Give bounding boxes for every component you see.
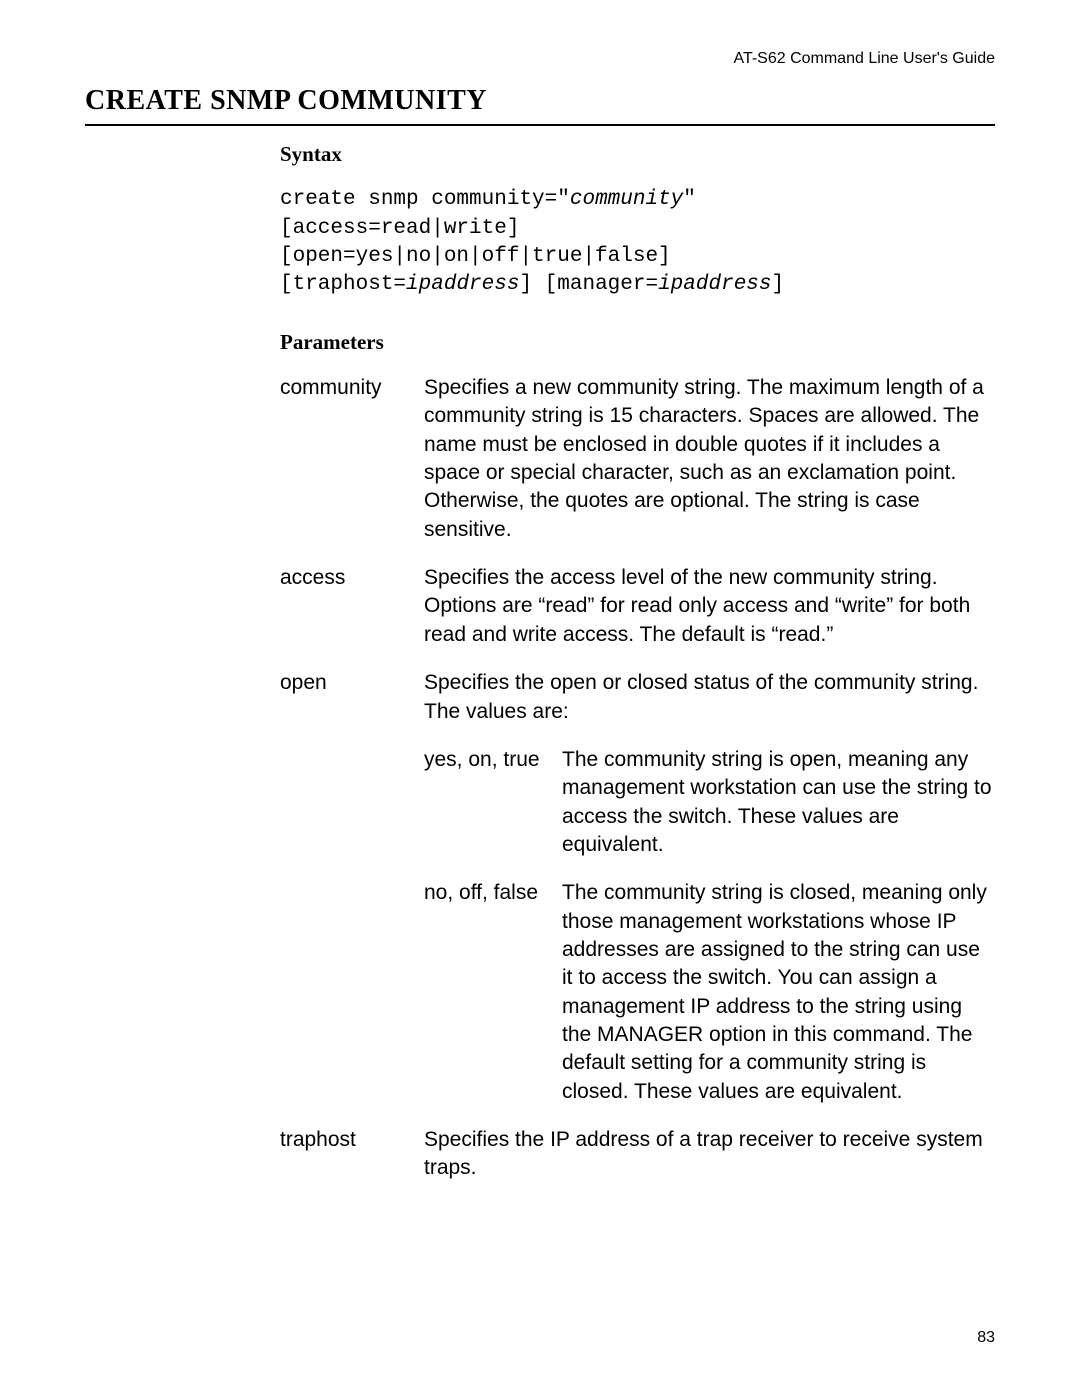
running-header: AT-S62 Command Line User's Guide (733, 48, 995, 70)
parameters-heading: Parameters (280, 328, 995, 356)
open-value-yes-desc: The community string is open, meaning an… (562, 746, 995, 859)
syntax-line-1c: " (683, 188, 696, 211)
syntax-heading: Syntax (280, 140, 995, 168)
param-desc-traphost: Specifies the IP address of a trap recei… (424, 1126, 995, 1183)
open-value-no-label: no, off, false (424, 879, 562, 1106)
syntax-line-4e: ] (772, 273, 785, 296)
param-name-traphost: traphost (280, 1126, 424, 1183)
open-value-yes-row: yes, on, true The community string is op… (424, 746, 995, 859)
param-desc-open-text: Specifies the open or closed status of t… (424, 669, 995, 726)
page-title: CREATE SNMP COMMUNITY (85, 82, 995, 126)
param-row-open: open Specifies the open or closed status… (280, 669, 995, 1106)
open-value-yes-label: yes, on, true (424, 746, 562, 859)
param-row-access: access Specifies the access level of the… (280, 564, 995, 649)
param-row-community: community Specifies a new community stri… (280, 374, 995, 544)
param-desc-access: Specifies the access level of the new co… (424, 564, 995, 649)
param-name-open: open (280, 669, 424, 1106)
syntax-line-1b: community (570, 188, 683, 211)
syntax-line-4b: ipaddress (406, 273, 519, 296)
body-column: Syntax create snmp community="community"… (280, 140, 995, 1203)
param-row-traphost: traphost Specifies the IP address of a t… (280, 1126, 995, 1183)
syntax-line-1a: create snmp community=" (280, 188, 570, 211)
page-number: 83 (977, 1327, 995, 1349)
page: AT-S62 Command Line User's Guide CREATE … (0, 0, 1080, 1397)
syntax-line-4a: [traphost= (280, 273, 406, 296)
syntax-line-2: [access=read|write] (280, 217, 519, 240)
syntax-block: create snmp community="community" [acces… (280, 186, 995, 299)
syntax-line-4c: ] [manager= (519, 273, 658, 296)
param-desc-community: Specifies a new community string. The ma… (424, 374, 995, 544)
open-value-no-desc: The community string is closed, meaning … (562, 879, 995, 1106)
syntax-line-3: [open=yes|no|on|off|true|false] (280, 245, 671, 268)
param-desc-open: Specifies the open or closed status of t… (424, 669, 995, 1106)
param-name-community: community (280, 374, 424, 544)
open-value-no-row: no, off, false The community string is c… (424, 879, 995, 1106)
param-name-access: access (280, 564, 424, 649)
syntax-line-4d: ipaddress (658, 273, 771, 296)
